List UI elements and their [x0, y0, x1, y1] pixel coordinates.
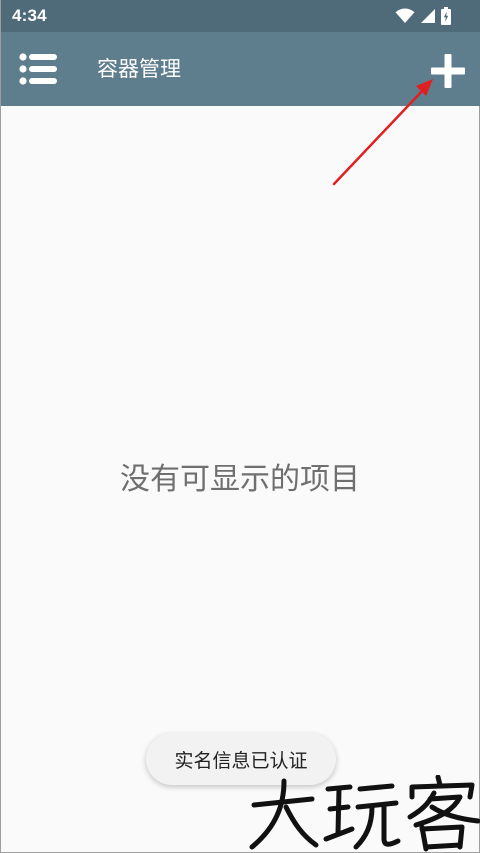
status-icons	[395, 7, 451, 25]
toast-text: 实名信息已认证	[174, 749, 308, 772]
page-title: 容器管理	[97, 57, 181, 81]
empty-state-text: 没有可显示的项目	[120, 462, 360, 497]
app-bar: 容器管理	[1, 32, 480, 106]
plus-icon	[427, 50, 469, 92]
wifi-icon	[395, 8, 415, 24]
battery-icon	[441, 7, 451, 25]
status-time: 4:34	[12, 6, 47, 25]
watermark-logo	[246, 775, 480, 853]
list-menu-icon	[15, 49, 59, 89]
status-bar: 4:34	[1, 0, 480, 32]
add-container-button[interactable]	[427, 50, 469, 92]
menu-button[interactable]	[15, 49, 59, 89]
signal-icon	[420, 8, 436, 24]
